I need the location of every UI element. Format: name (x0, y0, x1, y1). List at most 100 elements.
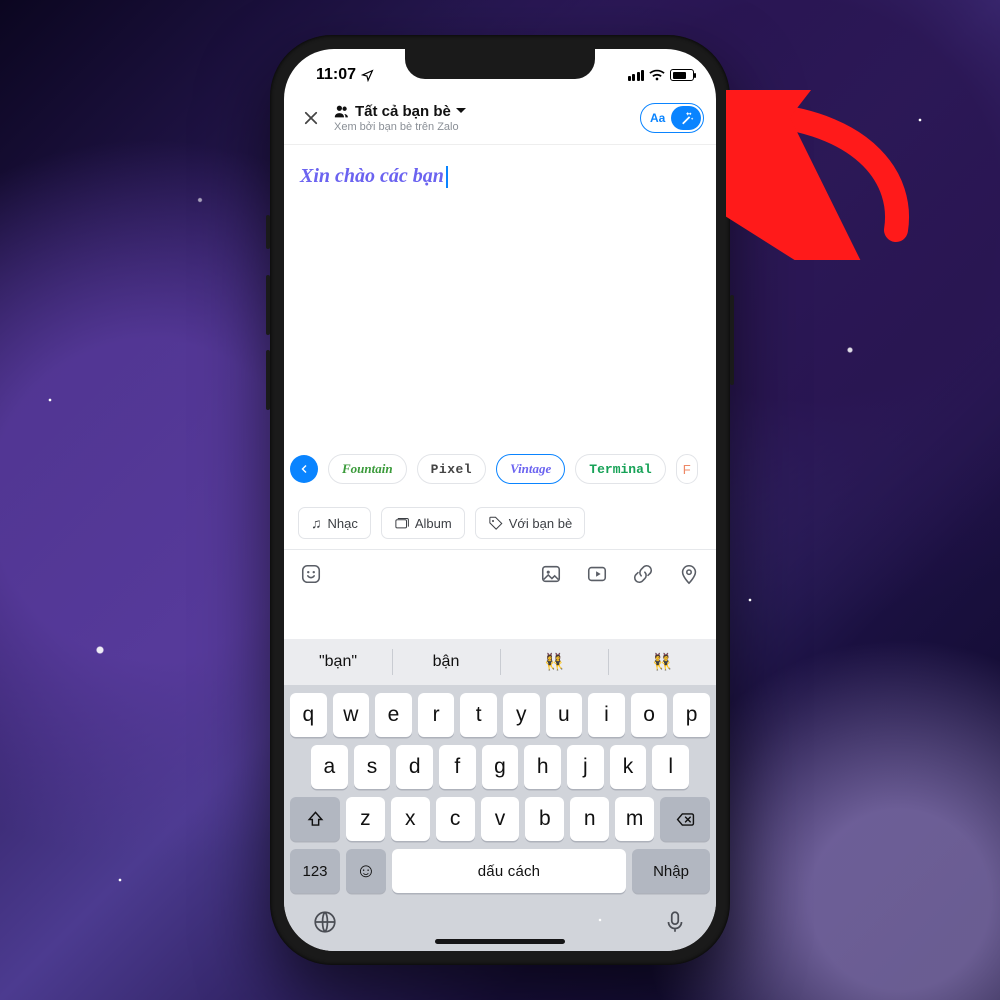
video-button[interactable] (586, 563, 608, 585)
key-g[interactable]: g (482, 745, 519, 789)
compose-text: Xin chào các bạn (300, 165, 448, 188)
key-d[interactable]: d (396, 745, 433, 789)
backspace-icon (676, 810, 695, 829)
link-icon (632, 563, 654, 585)
key-o[interactable]: o (631, 693, 668, 737)
home-indicator[interactable] (435, 939, 565, 944)
close-button[interactable] (296, 103, 326, 133)
chip-label: Với bạn bè (509, 516, 572, 531)
phone-frame: 11:07 Tất cả bạn bè (270, 35, 730, 965)
sticker-button[interactable] (300, 563, 322, 585)
chip-label: Nhạc (328, 516, 358, 531)
key-h[interactable]: h (524, 745, 561, 789)
tag-icon (488, 516, 503, 531)
key-a[interactable]: a (311, 745, 348, 789)
key-i[interactable]: i (588, 693, 625, 737)
phone-vol-down (266, 350, 270, 410)
key-emoji[interactable]: ☺ (346, 849, 386, 893)
red-arrow-annotation (726, 90, 926, 260)
magic-wand-icon (679, 110, 694, 125)
chip-label: Pixel (431, 462, 473, 477)
chip-label: Fountain (342, 461, 393, 477)
input-action-row (284, 554, 716, 594)
sticker-face-icon (300, 563, 322, 585)
attach-with-friends-chip[interactable]: Với bạn bè (475, 507, 585, 539)
key-p[interactable]: p (673, 693, 710, 737)
text-caret (446, 166, 448, 188)
shift-icon (306, 810, 325, 829)
audience-subtitle: Xem bởi bạn bè trên Zalo (334, 121, 632, 133)
screen: 11:07 Tất cả bạn bè (284, 49, 716, 951)
suggestion-emoji: 👯‍♀️ (544, 652, 564, 672)
key-b[interactable]: b (525, 797, 564, 841)
toggle-knob (671, 106, 701, 130)
suggestion-text: bận (433, 653, 460, 671)
chip-label: F (683, 462, 691, 477)
link-button[interactable] (632, 563, 654, 585)
key-k[interactable]: k (610, 745, 647, 789)
key-row-4: 123 ☺ dấu cách Nhập (284, 841, 716, 899)
key-t[interactable]: t (460, 693, 497, 737)
key-backspace[interactable] (660, 797, 710, 841)
key-w[interactable]: w (333, 693, 370, 737)
emoji-face-icon: ☺ (356, 860, 376, 883)
font-chip-fountain[interactable]: Fountain (328, 454, 407, 484)
key-u[interactable]: u (546, 693, 583, 737)
separator (284, 549, 716, 550)
key-y[interactable]: y (503, 693, 540, 737)
font-prev-button[interactable] (290, 455, 318, 483)
location-button[interactable] (678, 563, 700, 585)
key-enter[interactable]: Nhập (632, 849, 710, 893)
audience-selector[interactable]: Tất cả bạn bè Xem bởi bạn bè trên Zalo (334, 103, 632, 133)
music-note-icon: ♫ (311, 515, 322, 531)
suggestion-text: "bạn" (319, 653, 357, 671)
key-j[interactable]: j (567, 745, 604, 789)
key-row-1: q w e r t y u i o p (284, 685, 716, 737)
key-f[interactable]: f (439, 745, 476, 789)
key-row-3: z x c v b n m (284, 789, 716, 841)
chip-label: Vintage (510, 461, 551, 477)
key-numbers[interactable]: 123 (290, 849, 340, 893)
image-stack-icon (394, 517, 409, 530)
font-chip-pixel[interactable]: Pixel (417, 454, 487, 484)
phone-power (730, 295, 734, 385)
key-z[interactable]: z (346, 797, 385, 841)
font-chip-more[interactable]: F (676, 454, 698, 484)
gallery-button[interactable] (540, 563, 562, 585)
key-m[interactable]: m (615, 797, 654, 841)
location-arrow-icon (361, 69, 374, 82)
globe-icon[interactable] (312, 909, 338, 935)
compose-area[interactable]: Xin chào các bạn (284, 145, 716, 443)
key-e[interactable]: e (375, 693, 412, 737)
location-pin-icon (678, 563, 700, 585)
suggestion-2[interactable]: bận (392, 639, 500, 685)
key-l[interactable]: l (652, 745, 689, 789)
compose-header: Tất cả bạn bè Xem bởi bạn bè trên Zalo A… (284, 91, 716, 145)
suggestion-1[interactable]: "bạn" (284, 639, 392, 685)
font-chip-vintage[interactable]: Vintage (496, 454, 565, 484)
key-s[interactable]: s (354, 745, 391, 789)
key-shift[interactable] (290, 797, 340, 841)
font-style-row: Fountain Pixel Vintage Terminal F (284, 443, 716, 495)
key-q[interactable]: q (290, 693, 327, 737)
notch (405, 49, 595, 79)
key-row-2: a s d f g h j k l (284, 737, 716, 789)
key-space[interactable]: dấu cách (392, 849, 626, 893)
font-chip-terminal[interactable]: Terminal (575, 454, 665, 484)
key-x[interactable]: x (391, 797, 430, 841)
video-play-icon (586, 563, 608, 585)
battery-icon (670, 69, 694, 81)
attach-music-chip[interactable]: ♫ Nhạc (298, 507, 371, 539)
key-c[interactable]: c (436, 797, 475, 841)
key-n[interactable]: n (570, 797, 609, 841)
suggestion-4[interactable]: 👯 (608, 639, 716, 685)
people-icon (334, 105, 350, 118)
chip-label: Terminal (589, 462, 651, 477)
suggestion-3[interactable]: 👯‍♀️ (500, 639, 608, 685)
key-r[interactable]: r (418, 693, 455, 737)
attach-album-chip[interactable]: Album (381, 507, 465, 539)
font-mode-toggle[interactable]: Aa (640, 103, 704, 133)
chevron-down-icon (456, 107, 466, 115)
key-v[interactable]: v (481, 797, 520, 841)
microphone-icon[interactable] (662, 909, 688, 935)
